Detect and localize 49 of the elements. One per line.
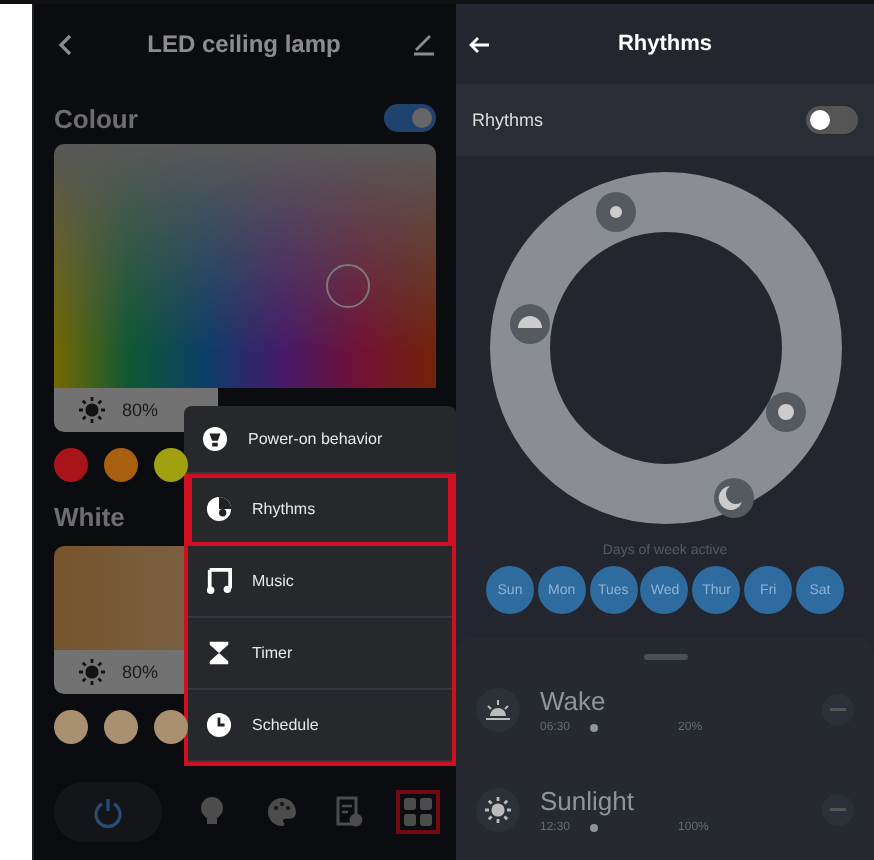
brightness-icon	[78, 396, 106, 424]
menu-item[interactable]: Rhythms	[188, 474, 452, 546]
nav-button[interactable]	[400, 794, 436, 830]
temperature-swatch[interactable]	[104, 710, 138, 744]
screen-title: LED ceiling lamp	[147, 30, 341, 58]
temperature-swatch[interactable]	[154, 710, 188, 744]
picker-cursor[interactable]	[326, 264, 370, 308]
brightness-icon	[78, 658, 106, 686]
colour-swatch[interactable]	[104, 448, 138, 482]
menu-item[interactable]: Timer	[188, 618, 452, 690]
power-icon	[92, 796, 124, 828]
rhythm-name: Wake	[540, 686, 608, 716]
rhythms-toggle[interactable]	[806, 106, 858, 134]
section-label: Colour	[54, 103, 138, 133]
minus-icon	[830, 708, 846, 712]
rhythm-ring-drawing[interactable]	[485, 168, 845, 528]
chevron-left-icon	[58, 33, 72, 55]
bulb-icon	[197, 796, 226, 828]
colour-toggle[interactable]	[384, 104, 436, 132]
rhythm-name: Sunlight	[540, 786, 636, 816]
colour-picker[interactable]	[54, 144, 436, 388]
rhythm-icon	[206, 496, 232, 522]
back-arrow-icon	[468, 35, 490, 53]
edit-icon[interactable]	[412, 32, 436, 56]
grid-icon	[404, 798, 432, 826]
menu-item[interactable]: Music	[188, 546, 452, 618]
menu-item[interactable]: Schedule	[188, 690, 452, 762]
nav-button[interactable]	[54, 782, 162, 842]
screen-title: Rhythms	[617, 32, 713, 56]
music-icon	[206, 568, 232, 594]
palette-icon	[265, 796, 297, 828]
back-button[interactable]	[54, 33, 76, 55]
section-label: White	[54, 501, 125, 531]
sunrise-icon	[484, 698, 512, 722]
minus-icon	[830, 808, 846, 812]
dot-icon	[590, 824, 599, 832]
schedule-icon	[336, 796, 365, 828]
remove-button[interactable]	[822, 694, 854, 726]
colour-swatch[interactable]	[54, 448, 88, 482]
lamp-icon	[202, 426, 228, 452]
toggle-label: Rhythms	[472, 110, 544, 130]
clock-icon	[206, 712, 232, 738]
temperature-swatch[interactable]	[54, 710, 88, 744]
sheet-handle[interactable]	[643, 654, 687, 660]
colour-swatch[interactable]	[154, 448, 188, 482]
remove-button[interactable]	[822, 794, 854, 826]
hourglass-icon	[206, 640, 232, 666]
sun-icon	[484, 796, 512, 824]
dot-icon	[590, 724, 599, 732]
